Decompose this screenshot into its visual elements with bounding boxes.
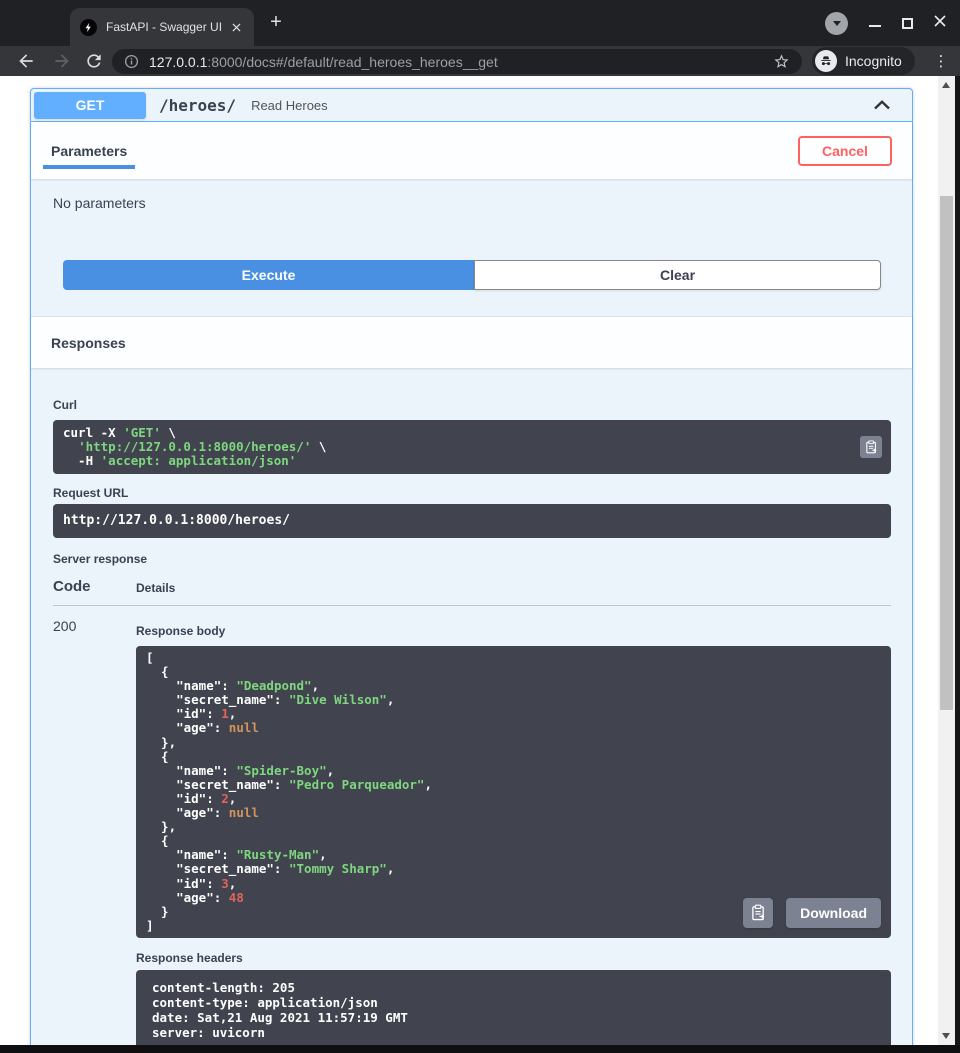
bookmark-star-icon[interactable] [773, 53, 790, 70]
response-headers-text: content-length: 205content-type: applica… [152, 980, 875, 1040]
browser-menu-icon[interactable]: ⋮ [932, 50, 950, 72]
forward-icon[interactable] [52, 51, 72, 71]
download-button[interactable]: Download [786, 898, 881, 928]
tab-search-button[interactable] [825, 12, 848, 35]
method-badge: GET [34, 92, 146, 119]
url-host: 127.0.0.1 [149, 54, 207, 70]
tab-close-icon[interactable] [228, 19, 244, 35]
close-window-button[interactable] [934, 14, 946, 32]
scrollbar-thumb[interactable] [940, 196, 953, 710]
maximize-button[interactable] [902, 18, 913, 29]
endpoint-path: /heroes/ [159, 96, 236, 115]
url-text: 127.0.0.1:8000/docs#/default/read_heroes… [149, 54, 773, 70]
response-headers-block: content-length: 205content-type: applica… [136, 970, 891, 1045]
curl-command-block: curl -X 'GET' \ 'http://127.0.0.1:8000/h… [53, 420, 891, 474]
request-url-text: http://127.0.0.1:8000/heroes/ [63, 513, 290, 528]
server-response-label: Server response [53, 552, 891, 566]
minimize-button[interactable] [869, 25, 881, 27]
cancel-button[interactable]: Cancel [798, 136, 892, 166]
request-url-label: Request URL [53, 486, 891, 500]
new-tab-button[interactable]: + [264, 11, 288, 35]
responses-header: Responses [31, 316, 912, 368]
curl-label: Curl [53, 398, 891, 412]
parameters-title: Parameters [51, 143, 127, 159]
chevron-down-icon [833, 21, 841, 26]
active-tab-underline [43, 165, 135, 169]
responses-body: Curl curl -X 'GET' \ 'http://127.0.0.1:8… [31, 398, 912, 1045]
back-icon[interactable] [16, 51, 36, 71]
browser-toolbar: 127.0.0.1:8000/docs#/default/read_heroes… [0, 46, 960, 76]
parameters-header: Parameters Cancel [31, 122, 912, 179]
execute-button-group: Execute Clear [63, 260, 881, 290]
window-bottom-edge [0, 1045, 960, 1053]
scroll-up-arrow-icon[interactable] [942, 82, 950, 88]
address-bar[interactable]: 127.0.0.1:8000/docs#/default/read_heroes… [112, 49, 802, 74]
browser-window: FastAPI - Swagger UI + 127.0.0.1:8000/do… [0, 0, 960, 1053]
response-body-label: Response body [136, 624, 891, 638]
response-headers-label: Response headers [136, 951, 891, 965]
swagger-page: GET /heroes/ Read Heroes Parameters Canc… [0, 76, 938, 1045]
collapse-chevron-icon[interactable] [872, 95, 892, 115]
status-code: 200 [53, 618, 136, 1045]
url-path: :8000/docs#/default/read_heroes_heroes__… [207, 54, 497, 70]
clear-button[interactable]: Clear [474, 260, 881, 290]
tab-strip: FastAPI - Swagger UI + [0, 0, 960, 46]
browser-tab[interactable]: FastAPI - Swagger UI [70, 8, 254, 46]
incognito-badge: Incognito [812, 47, 915, 75]
scroll-down-arrow-icon[interactable] [942, 1033, 950, 1039]
page-info-icon[interactable] [124, 54, 139, 69]
opblock-get-heroes: GET /heroes/ Read Heroes Parameters Canc… [30, 88, 913, 1045]
response-body-actions: Download [743, 898, 881, 928]
endpoint-summary: Read Heroes [251, 98, 328, 113]
copy-curl-button[interactable] [860, 436, 882, 458]
opblock-summary[interactable]: GET /heroes/ Read Heroes [31, 89, 912, 122]
response-table-header: Code Details [53, 578, 891, 606]
tab-title: FastAPI - Swagger UI [106, 20, 224, 34]
responses-title: Responses [51, 335, 126, 351]
details-column-header: Details [136, 578, 175, 595]
code-column-header: Code [53, 578, 136, 595]
response-body-json: [ { "name": "Deadpond", "secret_name": "… [146, 651, 881, 933]
curl-command-text: curl -X 'GET' \ 'http://127.0.0.1:8000/h… [63, 426, 881, 468]
copy-response-button[interactable] [743, 898, 773, 928]
execute-button[interactable]: Execute [63, 260, 474, 290]
response-row: 200 Response body [ { "name": "Deadpond"… [53, 618, 891, 1045]
incognito-icon [815, 50, 837, 72]
response-details: Response body [ { "name": "Deadpond", "s… [136, 618, 891, 1045]
reload-icon[interactable] [84, 51, 104, 71]
request-url-block: http://127.0.0.1:8000/heroes/ [53, 504, 891, 538]
response-body-block: [ { "name": "Deadpond", "secret_name": "… [136, 646, 891, 938]
window-right-edge [955, 76, 960, 1053]
fastapi-favicon-icon [80, 19, 97, 36]
window-controls [825, 10, 946, 36]
page-scrollbar[interactable] [938, 76, 955, 1045]
clipboard-icon [865, 440, 878, 454]
clipboard-icon [751, 904, 766, 921]
no-parameters-text: No parameters [31, 179, 912, 211]
incognito-label: Incognito [845, 53, 902, 69]
